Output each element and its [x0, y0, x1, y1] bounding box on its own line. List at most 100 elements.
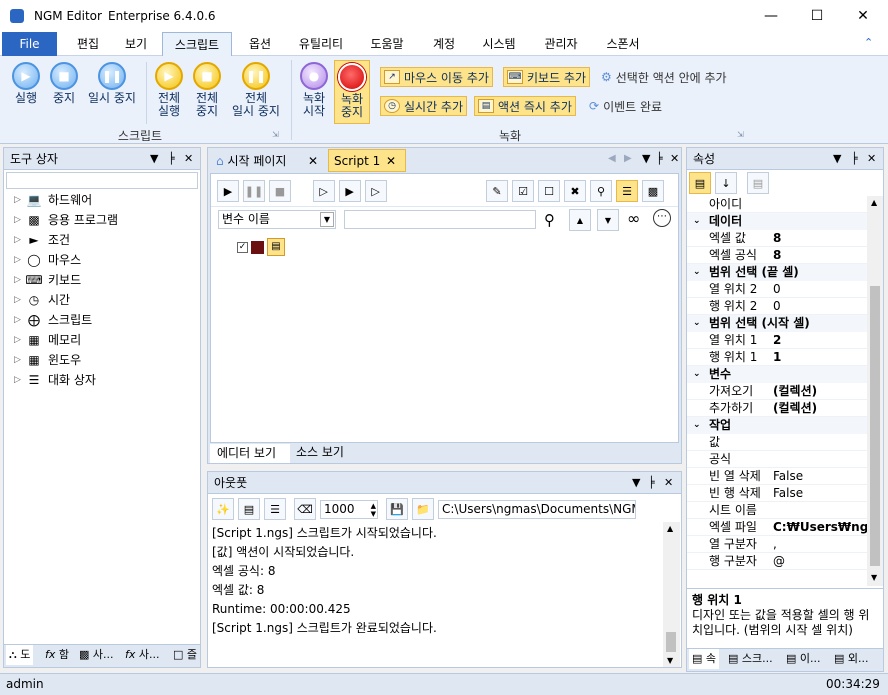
property-value[interactable]: (컬렉션)	[773, 383, 867, 400]
delete-icon[interactable]: ✖	[564, 180, 586, 202]
menu-edit[interactable]: 편집	[70, 32, 106, 56]
pause-button[interactable]: ❚❚ 일시 중지	[84, 62, 140, 105]
variable-search-input[interactable]	[344, 210, 536, 229]
property-row[interactable]: 열 위치 2 0	[687, 281, 867, 298]
tree-item-time[interactable]: ▷ ◷ 시간	[14, 290, 70, 310]
check-outline-icon[interactable]: ☐	[538, 180, 560, 202]
property-row[interactable]: 열 위치 1 2	[687, 332, 867, 349]
tree-item-dialog[interactable]: ▷ ☰ 대화 상자	[14, 370, 96, 390]
property-value[interactable]: @	[773, 553, 867, 570]
menu-options[interactable]: 옵션	[242, 32, 278, 56]
tab-start-page[interactable]: ⌂ 시작 페이지 ✕	[210, 150, 328, 172]
run-from-icon[interactable]: ▶	[338, 180, 361, 202]
property-category[interactable]: ⌄ 데이터	[687, 213, 867, 230]
edit-icon[interactable]: ✎	[486, 180, 508, 202]
pause-icon[interactable]: ❚❚	[243, 180, 265, 202]
search-icon[interactable]: ⚲	[544, 211, 555, 229]
stop-button[interactable]: ■ 중지	[48, 62, 80, 105]
scroll-down-icon[interactable]: ▼	[667, 656, 673, 665]
action-checkbox[interactable]: ✓	[237, 241, 248, 253]
check-icon[interactable]: ☑	[512, 180, 534, 202]
tab-external-api[interactable]: ▤ 외...	[831, 649, 872, 669]
minimize-button[interactable]: —	[748, 0, 794, 32]
scroll-thumb[interactable]	[666, 632, 676, 652]
tree-item-memory[interactable]: ▷ ▦ 메모리	[14, 330, 81, 350]
property-row[interactable]: 공식	[687, 451, 867, 468]
tree-item-condition[interactable]: ▷ ► 조건	[14, 230, 70, 250]
property-row[interactable]: 값	[687, 434, 867, 451]
more-options-icon[interactable]: ⋯	[653, 209, 671, 227]
infinity-icon[interactable]: ∞	[627, 209, 640, 228]
close-window-button[interactable]: ✕	[840, 0, 886, 32]
script-action-row[interactable]: ✓ ▤	[237, 238, 285, 256]
stop-icon[interactable]: ■	[269, 180, 291, 202]
property-row[interactable]: 열 구분자,	[687, 536, 867, 553]
property-value[interactable]: (컬렉션)	[773, 400, 867, 417]
scroll-right-icon[interactable]: ▶	[624, 153, 632, 164]
menu-utility[interactable]: 유틸리티	[292, 32, 350, 56]
tab-properties[interactable]: ▤ 속	[689, 649, 720, 669]
property-row[interactable]: 빈 열 삭제 False	[687, 468, 867, 485]
scroll-thumb[interactable]	[870, 286, 880, 566]
collapse-icon[interactable]: ⌄	[693, 366, 701, 383]
maximize-button[interactable]: ☐	[794, 0, 840, 32]
pin-icon[interactable]: ╞	[656, 152, 663, 165]
move-up-icon[interactable]: ▲	[569, 209, 591, 231]
tab-functions[interactable]: fx 함	[42, 645, 72, 665]
menu-system[interactable]: 시스템	[476, 32, 522, 56]
run-all-button[interactable]: ▶ 전체 실행	[152, 62, 186, 118]
log-count-stepper[interactable]: 1000 ▲ ▼	[320, 499, 378, 519]
folder-icon[interactable]: 📁	[412, 498, 434, 520]
collapse-icon[interactable]: ⌄	[693, 315, 701, 332]
property-row[interactable]: 행 위치 1 1	[687, 349, 867, 366]
log-path-input[interactable]: C:\Users\ngmas\Documents\NGM6\	[438, 499, 636, 519]
run-to-icon[interactable]: ▷	[364, 180, 387, 202]
close-icon[interactable]: ✕	[670, 152, 679, 165]
pin-icon[interactable]: ╞	[168, 148, 175, 170]
move-down-icon[interactable]: ▼	[597, 209, 619, 231]
save-log-icon[interactable]: ▤	[238, 498, 260, 520]
property-value[interactable]: 1	[773, 349, 867, 366]
property-value[interactable]: 8	[773, 247, 867, 264]
collapse-ribbon-icon[interactable]: ⌃	[864, 36, 873, 49]
list-icon[interactable]: ☰	[264, 498, 286, 520]
property-row[interactable]: 엑셀 파일 C:₩Users₩ng	[687, 519, 867, 536]
run-button[interactable]: ▶ 실행	[10, 62, 42, 105]
property-row[interactable]: 행 위치 2 0	[687, 298, 867, 315]
property-row[interactable]: 추가하기 (컬렉션)	[687, 400, 867, 417]
close-icon[interactable]: ✕	[184, 148, 193, 170]
property-value[interactable]: 8	[773, 230, 867, 247]
spin-icon[interactable]: ▲ ▼	[371, 502, 376, 518]
property-value[interactable]: ,	[773, 536, 867, 553]
close-icon[interactable]: ✕	[867, 148, 876, 170]
group-launcher-icon[interactable]: ⇲	[737, 130, 744, 139]
property-row[interactable]: 빈 행 삭제 False	[687, 485, 867, 502]
tree-item-window[interactable]: ▷ ▦ 윈도우	[14, 350, 81, 370]
clear-log-icon[interactable]: ✨	[212, 498, 234, 520]
pin-icon[interactable]: ╞	[851, 148, 858, 170]
add-in-selected-button[interactable]: ⚙ 선택한 액션 안에 추가	[598, 67, 730, 87]
property-value[interactable]: False	[773, 468, 867, 485]
toolbox-search-input[interactable]	[6, 172, 198, 189]
close-tab-icon[interactable]: ✕	[386, 150, 396, 172]
event-done-button[interactable]: ⟳ 이벤트 완료	[586, 96, 665, 116]
close-icon[interactable]: ✕	[664, 472, 673, 494]
tab-favorites[interactable]: □ 즐	[170, 645, 200, 665]
stop-all-button[interactable]: ■ 전체 중지	[190, 62, 224, 118]
property-row[interactable]: 행 구분자 @	[687, 553, 867, 570]
property-category[interactable]: ⌄ 범위 선택 (끝 셀)	[687, 264, 867, 281]
property-row[interactable]: 가져오기 (컬렉션)	[687, 383, 867, 400]
menu-admin[interactable]: 관리자	[538, 32, 584, 56]
tree-item-keyboard[interactable]: ▷ ⌨ 키보드	[14, 270, 81, 290]
menu-file[interactable]: File	[2, 32, 57, 56]
property-row[interactable]: 시트 이름	[687, 502, 867, 519]
property-value[interactable]: 2	[773, 332, 867, 349]
add-mouse-move-button[interactable]: ↗ 마우스 이동 추가	[380, 67, 493, 87]
dropdown-icon[interactable]: ▼	[150, 148, 158, 170]
log-scrollbar[interactable]: ▲ ▼	[663, 522, 680, 667]
tab-source-view[interactable]: 소스 보기	[292, 443, 372, 462]
sort-az-icon[interactable]: ↓	[715, 172, 737, 194]
collapse-icon[interactable]: ⌄	[693, 213, 701, 230]
group-launcher-icon[interactable]: ⇲	[272, 130, 279, 139]
tree-item-mouse[interactable]: ▷ ◯ 마우스	[14, 250, 81, 270]
